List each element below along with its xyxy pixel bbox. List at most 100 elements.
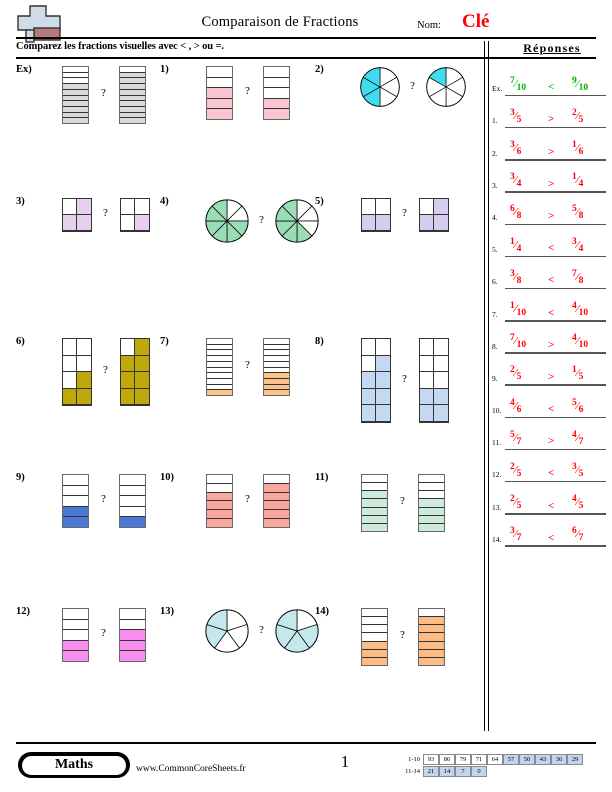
answer-operator: < <box>548 403 555 416</box>
fraction-bar-segment <box>264 483 289 493</box>
comparison-placeholder: ? <box>101 87 106 99</box>
problem-number: 10) <box>160 472 174 483</box>
fraction-bar-segment <box>120 640 145 652</box>
answers-heading: Réponses <box>523 41 581 55</box>
fraction-grid <box>62 338 92 406</box>
fraction-grid-cell <box>135 339 149 356</box>
fraction-bar <box>119 66 146 124</box>
fraction-grid-cell <box>77 215 91 231</box>
fraction-grid-cell <box>420 405 434 422</box>
fraction-bar-segment <box>362 641 387 650</box>
fraction-grid-cell <box>121 215 135 231</box>
fraction-bar-segment <box>419 523 444 531</box>
answer-left-fraction: 1⁄10 <box>510 300 527 318</box>
answer-left-fraction: 2⁄5 <box>510 365 522 383</box>
problem-item: 5)? <box>315 196 455 276</box>
score-cell: 71 <box>471 754 487 765</box>
fraction-bar-segment <box>362 649 387 658</box>
header-divider <box>16 37 596 39</box>
fraction-bar-segment <box>207 475 232 484</box>
fraction-bar-segment <box>419 625 444 634</box>
fraction-bar-segment <box>419 649 444 658</box>
fraction-bar-segment <box>207 501 232 511</box>
fraction-bar-segment <box>120 609 145 620</box>
fraction-bar-segment <box>419 515 444 524</box>
fraction-bar-segment <box>419 633 444 642</box>
answer-row-number: 11. <box>492 438 502 448</box>
fraction-grid-cell <box>434 356 448 373</box>
score-cell: 21 <box>423 766 439 777</box>
score-row: 1-10 93 86 79 71 64 57 50 43 36 29 <box>398 754 583 765</box>
problem-number: 3) <box>16 196 25 207</box>
score-row: 11-14 21 14 7 0 <box>398 766 583 777</box>
problem-item: 4)? <box>160 196 319 276</box>
fraction-circle <box>426 67 466 107</box>
answer-row: 10. 4⁄6 <5⁄6 <box>492 386 608 419</box>
answer-left-fraction: 5⁄7 <box>510 429 522 447</box>
answer-operator: < <box>548 499 555 512</box>
fraction-bar-segment <box>63 620 88 631</box>
fraction-bar-segment <box>362 483 387 492</box>
answer-left-fraction: 6⁄8 <box>510 204 522 222</box>
score-cell: 57 <box>503 754 519 765</box>
comparison-placeholder: ? <box>259 214 264 226</box>
fraction-bar <box>263 338 290 396</box>
problem-number: Ex) <box>16 64 32 75</box>
fraction-grid-cell <box>434 215 448 231</box>
comparison-placeholder: ? <box>402 207 407 219</box>
name-value: Clé <box>462 11 490 32</box>
problem-item: Ex)? <box>16 64 156 144</box>
fraction-bar <box>206 338 233 396</box>
score-table: 1-10 93 86 79 71 64 57 50 43 36 29 11-14 21 14 7 0 <box>398 754 583 778</box>
fraction-bar-segment <box>207 98 232 110</box>
fraction-bar-segment <box>419 507 444 516</box>
score-cell: 86 <box>439 754 455 765</box>
fraction-grid-cell <box>121 339 135 356</box>
fraction-circle <box>360 67 400 107</box>
fraction-bar-segment <box>207 510 232 520</box>
fraction-circle <box>275 609 319 653</box>
problem-item: 7)? <box>160 336 300 416</box>
problem-number: 5) <box>315 196 324 207</box>
answer-row-number: 3. <box>492 180 498 190</box>
answer-row: 12. 2⁄5 <3⁄5 <box>492 450 608 483</box>
fraction-bar-segment <box>207 484 232 493</box>
fraction-bar <box>206 474 233 528</box>
fraction-bar-segment <box>419 609 444 618</box>
problem-item: 11)? <box>315 472 455 552</box>
fraction-grid-cell <box>63 355 77 372</box>
subject-badge: Maths <box>18 752 130 778</box>
fraction-grid-cell <box>420 339 434 356</box>
problem-item: 8)? <box>315 336 455 423</box>
fraction-bar-segment <box>207 492 232 502</box>
answer-row-number: 7. <box>492 309 498 319</box>
score-cell: 43 <box>535 754 551 765</box>
problem-number: 1) <box>160 64 169 75</box>
fraction-grid-cell <box>121 388 135 405</box>
fraction-bar-segment <box>264 88 289 99</box>
fraction-grid-cell <box>135 372 149 389</box>
problem-number: 12) <box>16 606 30 617</box>
fraction-bar-segment <box>207 67 232 78</box>
fraction-grid-cell <box>362 388 376 406</box>
comparison-placeholder: ? <box>400 495 405 507</box>
fraction-grid-cell <box>376 199 390 215</box>
answer-operator: > <box>548 209 555 222</box>
answer-row-number: 14. <box>492 534 502 544</box>
fraction-grid-cell <box>434 372 448 389</box>
fraction-bar <box>361 474 388 532</box>
comparison-placeholder: ? <box>245 85 250 97</box>
fraction-bar-segment <box>207 88 232 99</box>
fraction-grid-cell <box>77 199 91 215</box>
fraction-bar-segment <box>63 486 88 497</box>
fraction-grid <box>419 198 449 232</box>
problem-number: 13) <box>160 606 174 617</box>
fraction-grid-cell <box>376 339 390 356</box>
fraction-grid-cell <box>135 388 149 405</box>
answer-row: 2. 3⁄6 >1⁄6 <box>492 128 608 161</box>
fraction-bar <box>418 474 445 532</box>
fraction-grid-cell <box>135 215 149 231</box>
answer-row: 11. 5⁄7 >4⁄7 <box>492 418 608 451</box>
fraction-grid-cell <box>77 388 91 405</box>
answer-row-number: 2. <box>492 148 498 158</box>
